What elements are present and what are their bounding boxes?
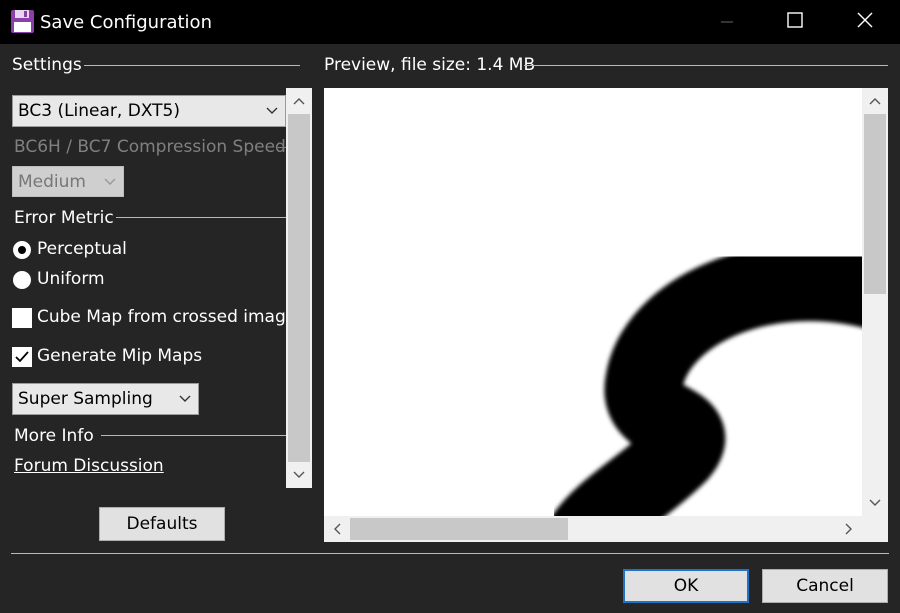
cube-map-label: Cube Map from crossed image bbox=[37, 307, 297, 327]
error-metric-uniform[interactable]: Uniform bbox=[12, 269, 212, 291]
format-value: BC3 (Linear, DXT5) bbox=[18, 101, 180, 121]
settings-scrollbar[interactable] bbox=[286, 88, 312, 488]
scroll-down-arrow-icon[interactable] bbox=[862, 490, 888, 516]
preview-divider bbox=[524, 65, 888, 66]
radio-selected-icon bbox=[13, 241, 31, 259]
format-combo[interactable]: BC3 (Linear, DXT5) bbox=[12, 95, 286, 127]
preview-image[interactable] bbox=[324, 88, 862, 516]
preview-brush-stroke bbox=[552, 243, 862, 516]
compression-speed-label: BC6H / BC7 Compression Speed bbox=[14, 137, 286, 157]
mip-filter-combo[interactable]: Super Sampling bbox=[12, 383, 199, 415]
settings-divider bbox=[84, 65, 300, 66]
mipmaps-label: Generate Mip Maps bbox=[37, 346, 203, 366]
preview-horizontal-scrollbar[interactable] bbox=[324, 516, 862, 542]
perceptual-label: Perceptual bbox=[37, 239, 127, 259]
footer-divider bbox=[11, 553, 889, 554]
preview-vertical-scrollbar[interactable] bbox=[862, 88, 888, 516]
more-info-label: More Info bbox=[14, 426, 94, 446]
defaults-button[interactable]: Defaults bbox=[99, 507, 225, 541]
chevron-down-icon bbox=[172, 395, 198, 403]
compression-speed-divider bbox=[278, 147, 286, 148]
settings-group-label: Settings bbox=[12, 55, 82, 75]
error-metric-label: Error Metric bbox=[14, 208, 114, 228]
scroll-left-arrow-icon[interactable] bbox=[324, 516, 350, 542]
radio-unselected-icon bbox=[13, 271, 31, 289]
window-title: Save Configuration bbox=[40, 12, 212, 33]
compression-speed-combo[interactable]: Medium bbox=[12, 166, 124, 197]
minimize-icon bbox=[721, 13, 733, 32]
scroll-up-arrow-icon[interactable] bbox=[286, 88, 312, 114]
maximize-icon bbox=[787, 12, 803, 32]
checkbox-unchecked-icon bbox=[12, 308, 32, 328]
compression-speed-value: Medium bbox=[18, 171, 86, 192]
preview-horizontal-thumb[interactable] bbox=[350, 518, 568, 540]
chevron-down-icon bbox=[97, 178, 123, 186]
scrollbar-corner bbox=[862, 516, 888, 542]
cube-map-checkbox[interactable]: Cube Map from crossed image bbox=[12, 307, 296, 331]
ok-button[interactable]: OK bbox=[623, 569, 749, 603]
cancel-button[interactable]: Cancel bbox=[762, 569, 888, 603]
close-button[interactable] bbox=[842, 0, 888, 44]
scroll-down-arrow-icon[interactable] bbox=[286, 462, 312, 488]
mipmaps-checkbox[interactable]: Generate Mip Maps bbox=[12, 346, 286, 370]
maximize-button[interactable] bbox=[772, 0, 818, 44]
mip-filter-value: Super Sampling bbox=[18, 389, 153, 409]
checkbox-checked-icon bbox=[12, 347, 32, 367]
more-info-divider bbox=[101, 435, 286, 436]
preview-label: Preview, file size: 1.4 MB bbox=[324, 55, 536, 75]
scroll-right-arrow-icon[interactable] bbox=[836, 516, 862, 542]
error-metric-divider bbox=[116, 217, 286, 218]
close-icon bbox=[857, 12, 873, 32]
settings-scroll-thumb[interactable] bbox=[288, 114, 310, 462]
forum-discussion-link[interactable]: Forum Discussion bbox=[14, 456, 164, 476]
preview-vertical-thumb[interactable] bbox=[864, 114, 886, 294]
minimize-button[interactable] bbox=[704, 0, 750, 44]
floppy-disk-icon bbox=[10, 9, 35, 34]
uniform-label: Uniform bbox=[37, 269, 105, 289]
scroll-up-arrow-icon[interactable] bbox=[862, 88, 888, 114]
error-metric-perceptual[interactable]: Perceptual bbox=[12, 239, 212, 261]
chevron-down-icon bbox=[259, 107, 285, 115]
